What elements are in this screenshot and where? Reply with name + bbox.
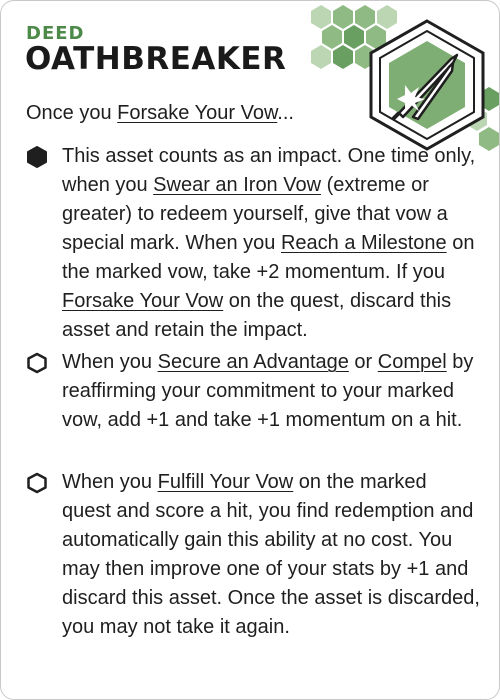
move-link[interactable]: Compel bbox=[378, 351, 447, 373]
empty-hexagon-icon[interactable] bbox=[26, 472, 48, 494]
ability-text-segment: When you bbox=[62, 471, 158, 493]
intro-text: Once you bbox=[26, 102, 118, 124]
ability-2: When you Secure an Advantage or Compel b… bbox=[26, 348, 481, 435]
crossed-swords-icon bbox=[369, 19, 485, 151]
move-link-forsake-your-vow[interactable]: Forsake Your Vow bbox=[117, 102, 277, 124]
ability-3: When you Fulfill Your Vow on the marked … bbox=[26, 468, 481, 642]
asset-title: OATHBREAKER bbox=[25, 41, 287, 77]
ability-text-segment: or bbox=[348, 351, 378, 373]
asset-intro: Once you Forsake Your Vow... bbox=[26, 99, 294, 128]
empty-hexagon-icon[interactable] bbox=[26, 352, 48, 374]
ability-text: When you Secure an Advantage or Compel b… bbox=[62, 348, 481, 435]
asset-card: DEED OATHBREAKER Once you Forsake Your V… bbox=[0, 0, 500, 700]
move-link[interactable]: Reach a Milestone bbox=[281, 232, 447, 254]
ability-text: When you Fulfill Your Vow on the marked … bbox=[62, 468, 481, 642]
intro-ellipsis: ... bbox=[277, 102, 294, 124]
ability-text-segment: When you bbox=[62, 351, 158, 373]
ability-text: This asset counts as an impact. One time… bbox=[62, 142, 481, 345]
move-link[interactable]: Fulfill Your Vow bbox=[158, 471, 294, 493]
filled-hexagon-icon[interactable] bbox=[26, 146, 48, 168]
move-link[interactable]: Swear an Iron Vow bbox=[153, 174, 321, 196]
ability-1: This asset counts as an impact. One time… bbox=[26, 142, 481, 345]
ability-text-segment: on the marked quest and score a hit, you… bbox=[62, 471, 480, 638]
move-link[interactable]: Forsake Your Vow bbox=[62, 290, 223, 312]
move-link[interactable]: Secure an Advantage bbox=[158, 351, 349, 373]
